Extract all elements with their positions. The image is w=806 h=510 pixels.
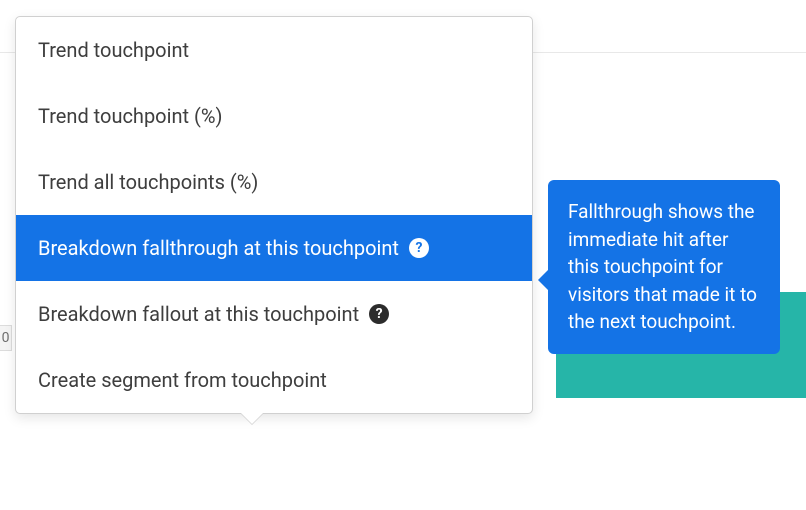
tooltip-text: Fallthrough shows the immediate hit afte… bbox=[568, 200, 757, 333]
menu-item-label: Breakdown fallthrough at this touchpoint bbox=[38, 235, 399, 261]
menu-item-breakdown-fallthrough[interactable]: Breakdown fallthrough at this touchpoint… bbox=[16, 215, 532, 281]
menu-item-label: Trend all touchpoints (%) bbox=[38, 169, 258, 195]
menu-item-trend-touchpoint[interactable]: Trend touchpoint bbox=[16, 17, 532, 83]
menu-item-label: Breakdown fallout at this touchpoint bbox=[38, 301, 359, 327]
menu-item-label: Trend touchpoint bbox=[38, 37, 189, 63]
help-tooltip: Fallthrough shows the immediate hit afte… bbox=[548, 180, 780, 354]
menu-item-trend-all-touchpoints-percent[interactable]: Trend all touchpoints (%) bbox=[16, 149, 532, 215]
menu-item-create-segment[interactable]: Create segment from touchpoint bbox=[16, 347, 532, 413]
menu-item-trend-touchpoint-percent[interactable]: Trend touchpoint (%) bbox=[16, 83, 532, 149]
help-icon[interactable]: ? bbox=[409, 238, 429, 258]
menu-item-breakdown-fallout[interactable]: Breakdown fallout at this touchpoint ? bbox=[16, 281, 532, 347]
axis-label: 0 bbox=[0, 325, 12, 351]
help-icon[interactable]: ? bbox=[369, 304, 389, 324]
menu-item-label: Create segment from touchpoint bbox=[38, 367, 327, 393]
context-menu: Trend touchpoint Trend touchpoint (%) Tr… bbox=[15, 16, 533, 414]
menu-item-label: Trend touchpoint (%) bbox=[38, 103, 222, 129]
